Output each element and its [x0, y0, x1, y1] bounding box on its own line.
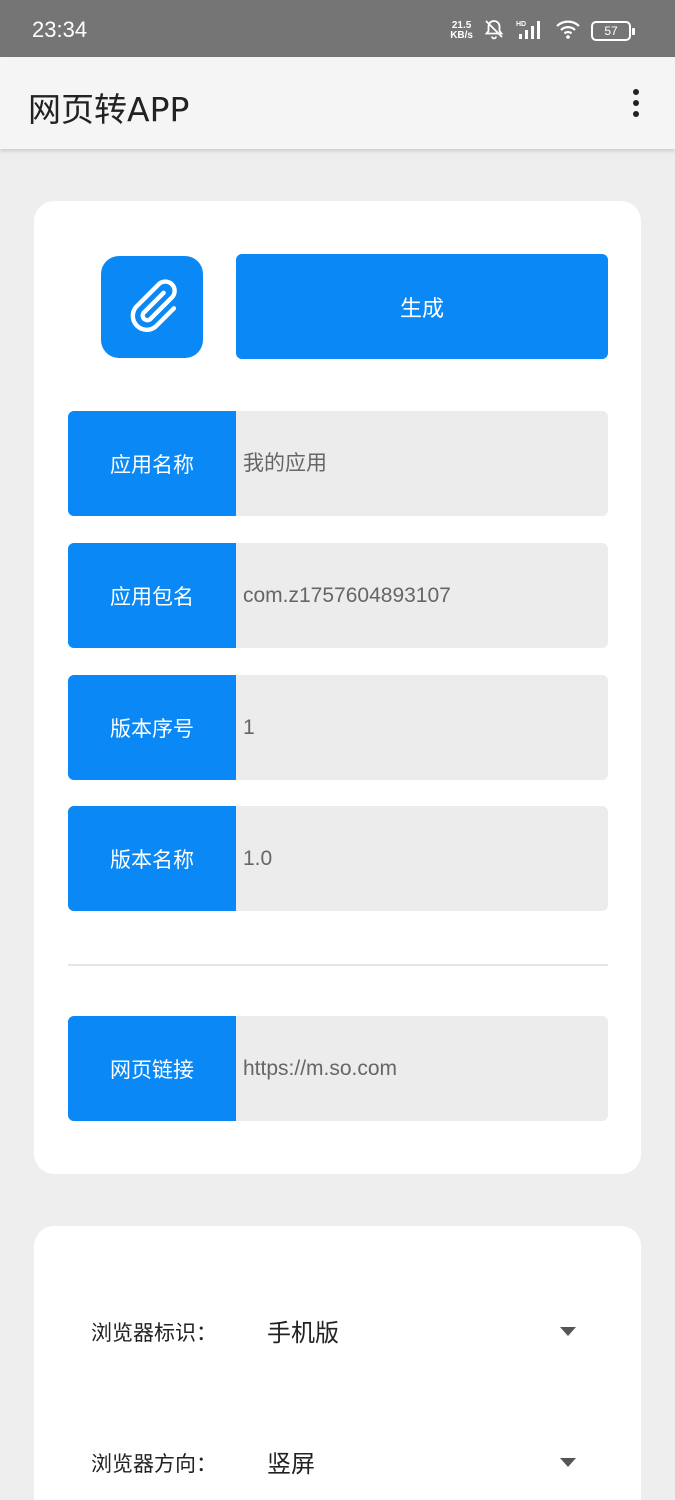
app-config-card: 生成 应用名称 我的应用 应用包名 com.z1757604893107 版本序…: [34, 201, 641, 1174]
field-label: 版本序号: [68, 675, 236, 780]
status-time: 23:34: [32, 17, 88, 42]
field-label: 应用包名: [68, 543, 236, 648]
package-name-field: 应用包名 com.z1757604893107: [68, 543, 608, 648]
browser-settings-card: 浏览器标识： 手机版 浏览器方向： 竖屏: [34, 1226, 641, 1500]
user-agent-value[interactable]: 手机版: [267, 1313, 339, 1348]
version-code-input[interactable]: 1: [243, 675, 255, 780]
orientation-value[interactable]: 竖屏: [267, 1444, 315, 1479]
app-icon-picker[interactable]: [101, 256, 203, 358]
divider: [68, 964, 608, 966]
page-title: 网页转APP: [28, 90, 190, 129]
wifi-icon: [555, 18, 581, 44]
dropdown-arrow-icon[interactable]: [560, 1327, 576, 1336]
web-url-input[interactable]: https://m.so.com: [243, 1016, 397, 1121]
mute-bell-icon: [483, 18, 505, 44]
field-label: 网页链接: [68, 1016, 236, 1121]
version-code-field: 版本序号 1: [68, 675, 608, 780]
package-name-input[interactable]: com.z1757604893107: [243, 543, 451, 648]
status-icons: 21.5 KB/s HD 57: [450, 18, 635, 44]
app-bar: 网页转APP: [0, 57, 675, 149]
user-agent-label: 浏览器标识：: [91, 1321, 217, 1345]
orientation-label: 浏览器方向：: [91, 1452, 217, 1476]
network-speed: 21.5 KB/s: [450, 21, 473, 41]
menu-dot: [633, 111, 639, 117]
network-speed-unit: KB/s: [450, 30, 473, 41]
app-name-field: 应用名称 我的应用: [68, 411, 608, 516]
hd-signal-icon: HD: [515, 18, 545, 44]
version-name-field: 版本名称 1.0: [68, 806, 608, 911]
web-url-field: 网页链接 https://m.so.com: [68, 1016, 608, 1121]
paperclip-icon: [130, 279, 177, 332]
dropdown-arrow-icon[interactable]: [560, 1458, 576, 1467]
generate-button[interactable]: 生成: [236, 254, 608, 359]
menu-dot: [633, 100, 639, 106]
battery-icon: 57: [591, 21, 635, 41]
orientation-select[interactable]: 浏览器方向： 竖屏: [34, 1432, 641, 1492]
version-name-input[interactable]: 1.0: [243, 806, 272, 911]
app-name-input[interactable]: 我的应用: [243, 411, 327, 516]
user-agent-select[interactable]: 浏览器标识： 手机版: [34, 1301, 641, 1361]
field-label: 应用名称: [68, 411, 236, 516]
field-label: 版本名称: [68, 806, 236, 911]
status-bar: 23:34 21.5 KB/s HD 57: [0, 0, 675, 57]
more-vert-icon[interactable]: [621, 85, 651, 121]
svg-text:HD: HD: [516, 21, 526, 28]
menu-dot: [633, 89, 639, 95]
